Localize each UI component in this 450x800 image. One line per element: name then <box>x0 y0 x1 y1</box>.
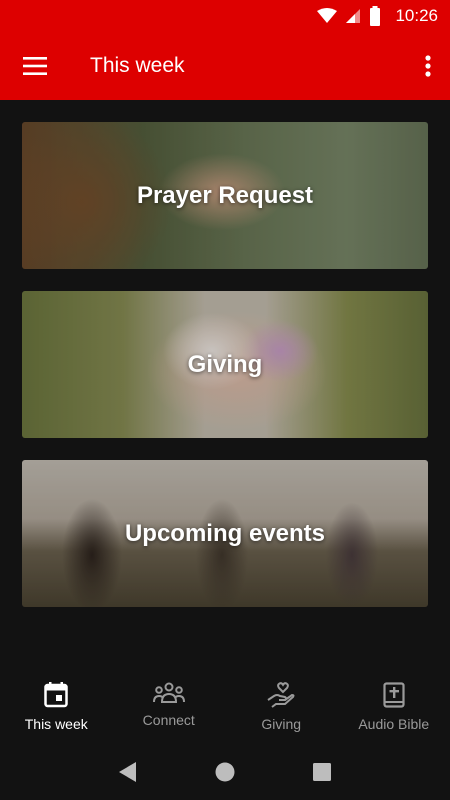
recents-button[interactable] <box>312 762 332 787</box>
nav-label: Audio Bible <box>358 716 430 732</box>
recents-square-icon <box>313 762 331 781</box>
bible-icon <box>383 682 405 708</box>
card-upcoming-events[interactable]: Upcoming events <box>22 460 428 607</box>
app-bar: This week <box>0 32 450 100</box>
card-title: Upcoming events <box>124 519 326 547</box>
calendar-icon <box>44 682 68 708</box>
page-title: This week <box>90 54 185 77</box>
status-time: 10:26 <box>395 6 438 25</box>
card-giving[interactable]: Giving <box>22 291 428 438</box>
nav-item-connect[interactable]: Connect <box>113 660 226 748</box>
nav-item-this-week[interactable]: This week <box>0 660 113 748</box>
home-circle-icon <box>215 762 235 781</box>
cell-signal-icon <box>346 9 361 23</box>
battery-icon <box>370 6 381 26</box>
status-bar: 10:26 <box>0 0 450 32</box>
nav-label: This week <box>24 716 88 732</box>
card-title: Giving <box>187 350 263 378</box>
home-button[interactable] <box>214 761 236 788</box>
status-icons: 10:26 <box>317 0 438 32</box>
nav-item-audio-bible[interactable]: Audio Bible <box>338 660 450 748</box>
content-area: Prayer Request Giving Upcoming events <box>0 100 450 660</box>
menu-button[interactable] <box>14 46 56 86</box>
back-triangle-icon <box>119 761 136 782</box>
overflow-menu-button[interactable] <box>416 46 440 86</box>
group-icon <box>152 682 185 703</box>
hamburger-icon <box>23 57 47 75</box>
system-navigation-bar <box>0 748 450 800</box>
nav-label: Giving <box>261 716 302 732</box>
nav-label: Connect <box>142 712 195 728</box>
back-button[interactable] <box>118 761 138 788</box>
card-prayer-request[interactable]: Prayer Request <box>22 122 428 269</box>
wifi-icon <box>317 8 338 23</box>
hand-heart-icon <box>267 682 295 708</box>
more-vertical-icon <box>425 55 431 77</box>
bottom-navigation: This week Connect Giving Audio Bible <box>0 660 450 748</box>
nav-item-giving[interactable]: Giving <box>225 660 338 748</box>
card-title: Prayer Request <box>136 181 314 209</box>
